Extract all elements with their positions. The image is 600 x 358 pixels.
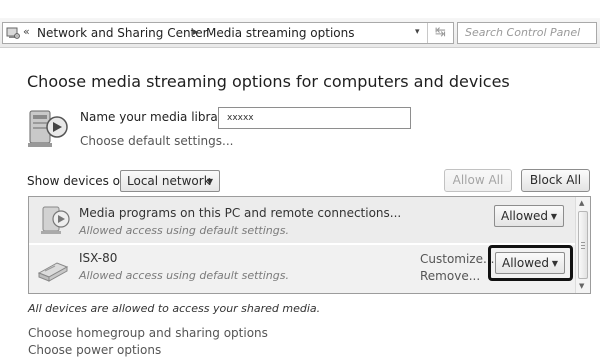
library-name-input[interactable]: [218, 107, 411, 129]
highlight-box: [488, 245, 573, 281]
media-program-icon: [41, 206, 70, 234]
breadcrumb-separator[interactable]: ▸: [193, 25, 199, 38]
remove-link[interactable]: Remove...: [420, 269, 480, 283]
search-placeholder: Search Control Panel: [465, 26, 581, 39]
breadcrumb[interactable]: « Network and Sharing Center ▸ Media str…: [2, 22, 454, 44]
choose-default-settings-link[interactable]: Choose default settings...: [80, 134, 233, 148]
grip-line: [581, 242, 585, 243]
sharing-status-note: All devices are allowed to access your s…: [28, 302, 321, 315]
chevron-down-icon: ▼: [206, 177, 213, 186]
page-title: Choose media streaming options for compu…: [27, 72, 510, 91]
show-devices-value: Local network: [127, 174, 211, 188]
address-bar: « Network and Sharing Center ▸ Media str…: [0, 18, 600, 48]
device-status: Allowed access using default settings.: [79, 224, 289, 237]
chevron-down-icon[interactable]: ▾: [415, 27, 420, 37]
permission-value: Allowed: [501, 209, 549, 223]
customize-link[interactable]: Customize...: [420, 252, 494, 266]
network-device-icon: [37, 262, 69, 282]
device-title: Media programs on this PC and remote con…: [79, 206, 402, 220]
back-chevron[interactable]: «: [23, 25, 30, 38]
grip-line: [581, 248, 585, 249]
scroll-down-icon[interactable]: ▼: [579, 282, 584, 290]
power-options-link[interactable]: Choose power options: [28, 343, 161, 357]
device-title: ISX-80: [79, 251, 118, 265]
breadcrumb-network-sharing[interactable]: Network and Sharing Center: [37, 26, 208, 40]
scroll-up-icon[interactable]: ▲: [579, 199, 584, 207]
allow-all-button[interactable]: Allow All: [444, 169, 512, 192]
chevron-down-icon: ▼: [550, 212, 557, 221]
media-library-icon: [28, 110, 68, 147]
scrollbar[interactable]: ▲ ▼: [575, 197, 590, 293]
grip-line: [581, 245, 585, 246]
breadcrumb-media-streaming[interactable]: Media streaming options: [206, 26, 354, 40]
refresh-button[interactable]: ↹: [427, 23, 453, 43]
library-name-label: Name your media library:: [80, 110, 233, 124]
device-list: Media programs on this PC and remote con…: [28, 196, 591, 294]
search-input[interactable]: Search Control Panel: [457, 22, 597, 44]
block-all-button[interactable]: Block All: [521, 169, 590, 192]
permission-select[interactable]: Allowed ▼: [494, 205, 564, 227]
show-devices-select[interactable]: Local network ▼: [120, 170, 220, 192]
device-row[interactable]: Media programs on this PC and remote con…: [29, 197, 576, 243]
homegroup-sharing-link[interactable]: Choose homegroup and sharing options: [28, 326, 268, 340]
show-devices-label: Show devices on:: [27, 174, 132, 188]
scrollbar-thumb[interactable]: [578, 211, 588, 279]
control-panel-icon: [6, 27, 20, 39]
device-status: Allowed access using default settings.: [79, 269, 289, 282]
